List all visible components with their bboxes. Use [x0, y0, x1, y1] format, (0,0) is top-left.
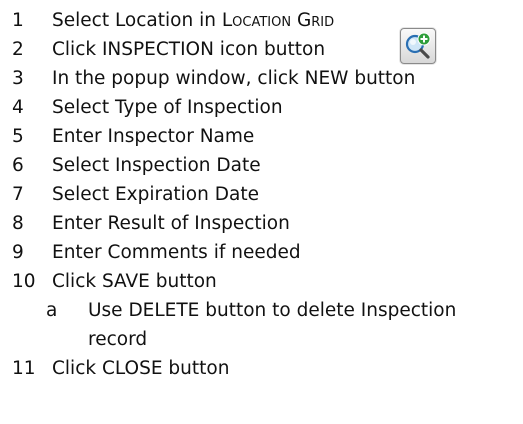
instruction-list: 1 Select Location in Location Grid 2 Cli…: [0, 6, 523, 383]
step-text: Enter Inspector Name: [52, 126, 255, 147]
step-3: 3 In the popup window, click NEW button: [0, 64, 523, 93]
step-2: 2 Click INSPECTION icon button: [0, 35, 523, 64]
step-number: 9: [12, 242, 24, 263]
step-number: 6: [12, 155, 24, 176]
step-text: Select Expiration Date: [52, 184, 259, 205]
step-number: 4: [12, 97, 24, 118]
step-number: 2: [12, 39, 24, 60]
step-text: Click SAVE button: [52, 271, 217, 292]
step-8: 8 Enter Result of Inspection: [0, 209, 523, 238]
step-text-continued: record: [88, 329, 148, 350]
step-text: In the popup window, click NEW button: [52, 68, 416, 89]
location-grid-label: Location Grid: [221, 10, 335, 31]
step-text: Click INSPECTION icon button: [52, 39, 326, 60]
step-number: 10: [12, 271, 36, 292]
step-text: Select Type of Inspection: [52, 97, 283, 118]
step-number: 5: [12, 126, 24, 147]
step-7: 7 Select Expiration Date: [0, 180, 523, 209]
step-6: 6 Select Inspection Date: [0, 151, 523, 180]
step-number: 3: [12, 68, 24, 89]
step-10: 10 Click SAVE button: [0, 267, 523, 296]
step-9: 9 Enter Comments if needed: [0, 238, 523, 267]
step-number: 1: [12, 10, 24, 31]
step-text: Select Location in Location Grid: [52, 10, 335, 31]
step-11: 11 Click CLOSE button: [0, 354, 523, 383]
step-4: 4 Select Type of Inspection: [0, 93, 523, 122]
inspection-icon-button[interactable]: [400, 28, 436, 64]
inspection-add-icon: [405, 32, 431, 59]
step-number: 8: [12, 213, 24, 234]
step-text: Enter Result of Inspection: [52, 213, 290, 234]
step-5: 5 Enter Inspector Name: [0, 122, 523, 151]
step-text: Click CLOSE button: [52, 358, 230, 379]
step-number: 7: [12, 184, 24, 205]
step-number: a: [46, 300, 58, 321]
step-10a-continued: record: [0, 325, 523, 354]
step-1: 1 Select Location in Location Grid: [0, 6, 523, 35]
step-number: 11: [12, 358, 36, 379]
step-text: Enter Comments if needed: [52, 242, 301, 263]
step-text: Select Inspection Date: [52, 155, 261, 176]
step-text: Use DELETE button to delete Inspection: [88, 300, 457, 321]
step-10a: a Use DELETE button to delete Inspection: [0, 296, 523, 325]
